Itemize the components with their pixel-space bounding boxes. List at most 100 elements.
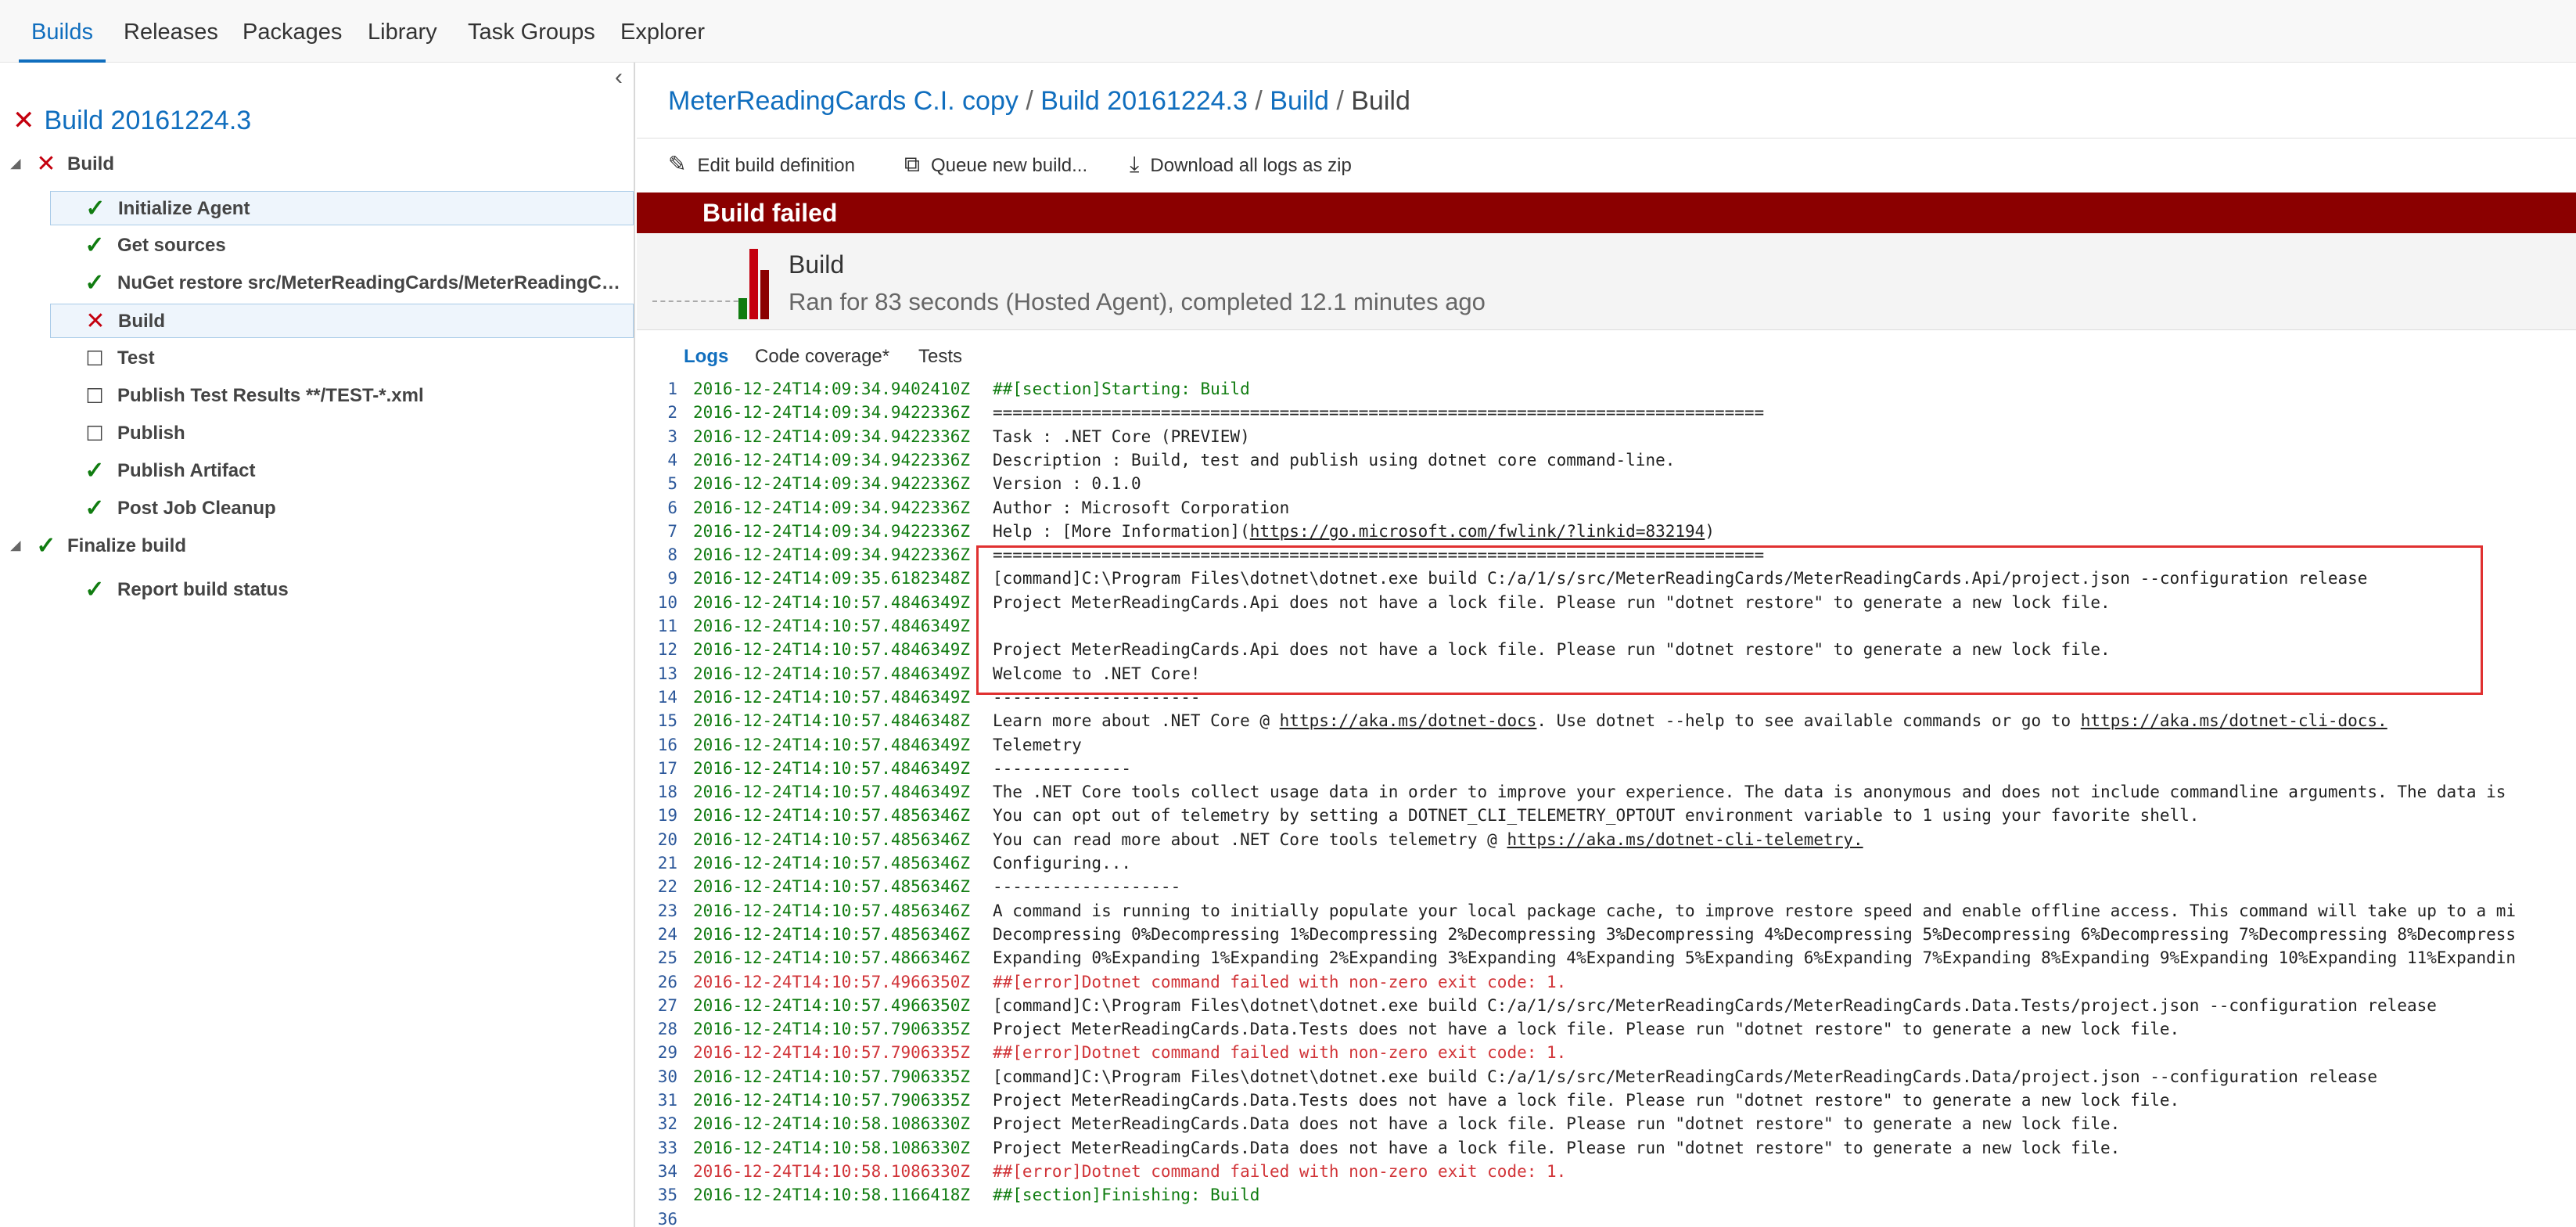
log-message: ##[section]Finishing: Build xyxy=(993,1183,1259,1207)
build-history-bar[interactable] xyxy=(760,270,769,319)
log-message: Expanding 0%Expanding 1%Expanding 2%Expa… xyxy=(993,946,2516,970)
log-message-text: ========================================… xyxy=(993,403,1765,423)
log-line-number: 10 xyxy=(657,592,677,612)
log-message: ##[error]Dotnet command failed with non-… xyxy=(993,1160,1566,1183)
log-timestamp: 2016-12-24T14:10:57.4846349Z xyxy=(693,592,971,612)
tab-packages[interactable]: Packages xyxy=(243,0,342,63)
log-line-number: 29 xyxy=(657,1043,677,1063)
job-summary-panel: Build Ran for 83 seconds (Hosted Agent),… xyxy=(637,233,2576,330)
log-message-text: . Use dotnet --help to see available com… xyxy=(1536,711,2081,731)
log-line-number: 14 xyxy=(657,687,677,707)
log-line-number: 5 xyxy=(667,474,677,494)
tree-step-label: Initialize Agent xyxy=(118,198,250,219)
failed-x-icon: ✕ xyxy=(36,151,56,177)
top-navigation: Builds Releases Packages Library Task Gr… xyxy=(0,0,2576,63)
log-line-number: 4 xyxy=(667,450,677,470)
log-message: Configuring... xyxy=(993,851,1131,875)
tab-releases[interactable]: Releases xyxy=(124,0,218,63)
breadcrumb-phase[interactable]: Build xyxy=(1270,86,1329,116)
log-line-number: 11 xyxy=(657,617,677,635)
log-message: [command]C:\Program Files\dotnet\dotnet.… xyxy=(993,1065,2377,1088)
chevron-left-icon[interactable]: ‹ xyxy=(607,66,631,89)
log-message-text: Task : .NET Core (PREVIEW) xyxy=(993,426,1250,446)
log-message: Project MeterReadingCards.Data does not … xyxy=(993,1112,2120,1135)
breadcrumb-definition[interactable]: MeterReadingCards C.I. copy xyxy=(668,86,1019,116)
log-message: [command]C:\Program Files\dotnet\dotnet.… xyxy=(993,994,2437,1017)
edit-build-definition-button[interactable]: ✎ Edit build definition xyxy=(668,139,855,190)
log-line-number: 31 xyxy=(657,1091,677,1110)
log-timestamp: 2016-12-24T14:09:35.6182348Z xyxy=(693,569,971,588)
log-timestamp: 2016-12-24T14:09:34.9422336Z xyxy=(693,403,971,423)
log-line-number: 1 xyxy=(667,380,677,398)
tree-phase-finalize-build[interactable]: ◢ ✓ Finalize build xyxy=(8,529,634,563)
not-run-square-icon: ☐ xyxy=(85,384,104,408)
log-timestamp: 2016-12-24T14:09:34.9422336Z xyxy=(693,450,971,470)
log-message-text: Project MeterReadingCards.Data.Tests doe… xyxy=(993,1020,2180,1039)
log-message-text: --------------------- xyxy=(993,687,1201,707)
breadcrumb-build-number[interactable]: Build 20161224.3 xyxy=(1040,86,1248,116)
log-message-text: ========================================… xyxy=(993,545,1765,565)
tree-step-test[interactable]: ☐ Test xyxy=(50,341,634,376)
tab-library[interactable]: Library xyxy=(368,0,437,63)
tab-tests[interactable]: Tests xyxy=(918,340,962,374)
log-link[interactable]: https://aka.ms/dotnet-cli-telemetry. xyxy=(1507,830,1863,849)
log-message: ##[section]Starting: Build xyxy=(993,377,1250,401)
edit-build-definition-label: Edit build definition xyxy=(697,155,855,176)
log-link[interactable]: https://go.microsoft.com/fwlink/?linkid=… xyxy=(1250,522,1705,541)
tree-step-initialize-agent[interactable]: ✓ Initialize Agent xyxy=(50,191,634,225)
build-title-link[interactable]: ✕ Build 20161224.3 xyxy=(13,105,252,136)
log-line-number: 32 xyxy=(657,1114,677,1134)
log-timestamp: 2016-12-24T14:10:58.1166418Z xyxy=(693,1186,971,1205)
log-line-number: 19 xyxy=(657,806,677,826)
log-link[interactable]: https://aka.ms/dotnet-docs xyxy=(1280,711,1537,730)
log-message: Welcome to .NET Core! xyxy=(993,662,1201,685)
tree-step-label: Publish xyxy=(117,423,185,444)
collapse-triangle-icon[interactable]: ◢ xyxy=(8,529,23,563)
tab-code-coverage[interactable]: Code coverage* xyxy=(755,340,889,374)
breadcrumb: MeterReadingCards C.I. copy / Build 2016… xyxy=(668,86,1410,117)
tree-step-publish[interactable]: ☐ Publish xyxy=(50,416,634,451)
failed-x-icon: ✕ xyxy=(85,308,106,334)
tab-task-groups[interactable]: Task Groups xyxy=(468,0,595,63)
build-failed-text: Build failed xyxy=(702,199,838,227)
log-link[interactable]: https://aka.ms/dotnet-cli-docs. xyxy=(2081,711,2387,730)
log-timestamp: 2016-12-24T14:10:58.1086330Z xyxy=(693,1138,971,1157)
build-history-bar[interactable] xyxy=(738,298,747,319)
log-line-number: 17 xyxy=(657,758,677,778)
collapse-triangle-icon[interactable]: ◢ xyxy=(8,147,23,182)
log-message: Project MeterReadingCards.Api does not h… xyxy=(993,591,2111,614)
tab-logs[interactable]: Logs xyxy=(684,340,728,374)
log-message-text: ##[error]Dotnet command failed with non-… xyxy=(993,1043,1567,1063)
queue-new-build-button[interactable]: ⧉ Queue new build... xyxy=(904,139,1087,190)
log-message: A command is running to initially popula… xyxy=(993,899,2516,923)
log-timestamp: 2016-12-24T14:10:57.4856346Z xyxy=(693,924,971,944)
failed-x-icon: ✕ xyxy=(13,106,35,135)
tree-phase-build[interactable]: ◢ ✕ Build xyxy=(8,147,634,182)
tree-step-report-build-status[interactable]: ✓ Report build status xyxy=(50,573,634,607)
log-message-text: [command]C:\Program Files\dotnet\dotnet.… xyxy=(993,569,2368,588)
tree-step-post-job-cleanup[interactable]: ✓ Post Job Cleanup xyxy=(50,491,634,526)
log-message-text: ##[section]Starting: Build xyxy=(993,380,1250,398)
log-line-number: 7 xyxy=(667,521,677,541)
tree-step-publish-artifact[interactable]: ✓ Publish Artifact xyxy=(50,454,634,488)
log-line-number: 25 xyxy=(657,948,677,968)
log-viewer[interactable]: 1 2016-12-24T14:09:34.9402410Z ##[section]… xyxy=(637,377,2576,1227)
download-logs-button[interactable]: ⤓ Download all logs as zip xyxy=(1130,139,1352,190)
tree-step-build[interactable]: ✕ Build xyxy=(50,304,634,338)
log-message-text: Help : [More Information]( xyxy=(993,521,1250,541)
log-message: You can read more about .NET Core tools … xyxy=(993,828,1863,851)
job-duration-text: Ran for 83 seconds (Hosted Agent), compl… xyxy=(789,288,1486,315)
tree-step-nuget-restore[interactable]: ✓ NuGet restore src/MeterReadingCards/Me… xyxy=(50,266,634,300)
tree-step-publish-test-results[interactable]: ☐ Publish Test Results **/TEST-*.xml xyxy=(50,379,634,413)
tab-explorer[interactable]: Explorer xyxy=(620,0,705,63)
tab-builds[interactable]: Builds xyxy=(19,0,106,63)
log-message: Telemetry xyxy=(993,733,1082,757)
tree-step-get-sources[interactable]: ✓ Get sources xyxy=(50,228,634,263)
build-history-bar[interactable] xyxy=(749,249,758,319)
log-line-number: 26 xyxy=(657,972,677,991)
build-title[interactable]: Build 20161224.3 xyxy=(45,106,252,135)
log-message: Project MeterReadingCards.Data.Tests doe… xyxy=(993,1088,2179,1112)
tree-step-label: Post Job Cleanup xyxy=(117,498,276,519)
checkmark-icon: ✓ xyxy=(84,458,105,484)
log-timestamp: 2016-12-24T14:10:57.4856346Z xyxy=(693,854,971,873)
